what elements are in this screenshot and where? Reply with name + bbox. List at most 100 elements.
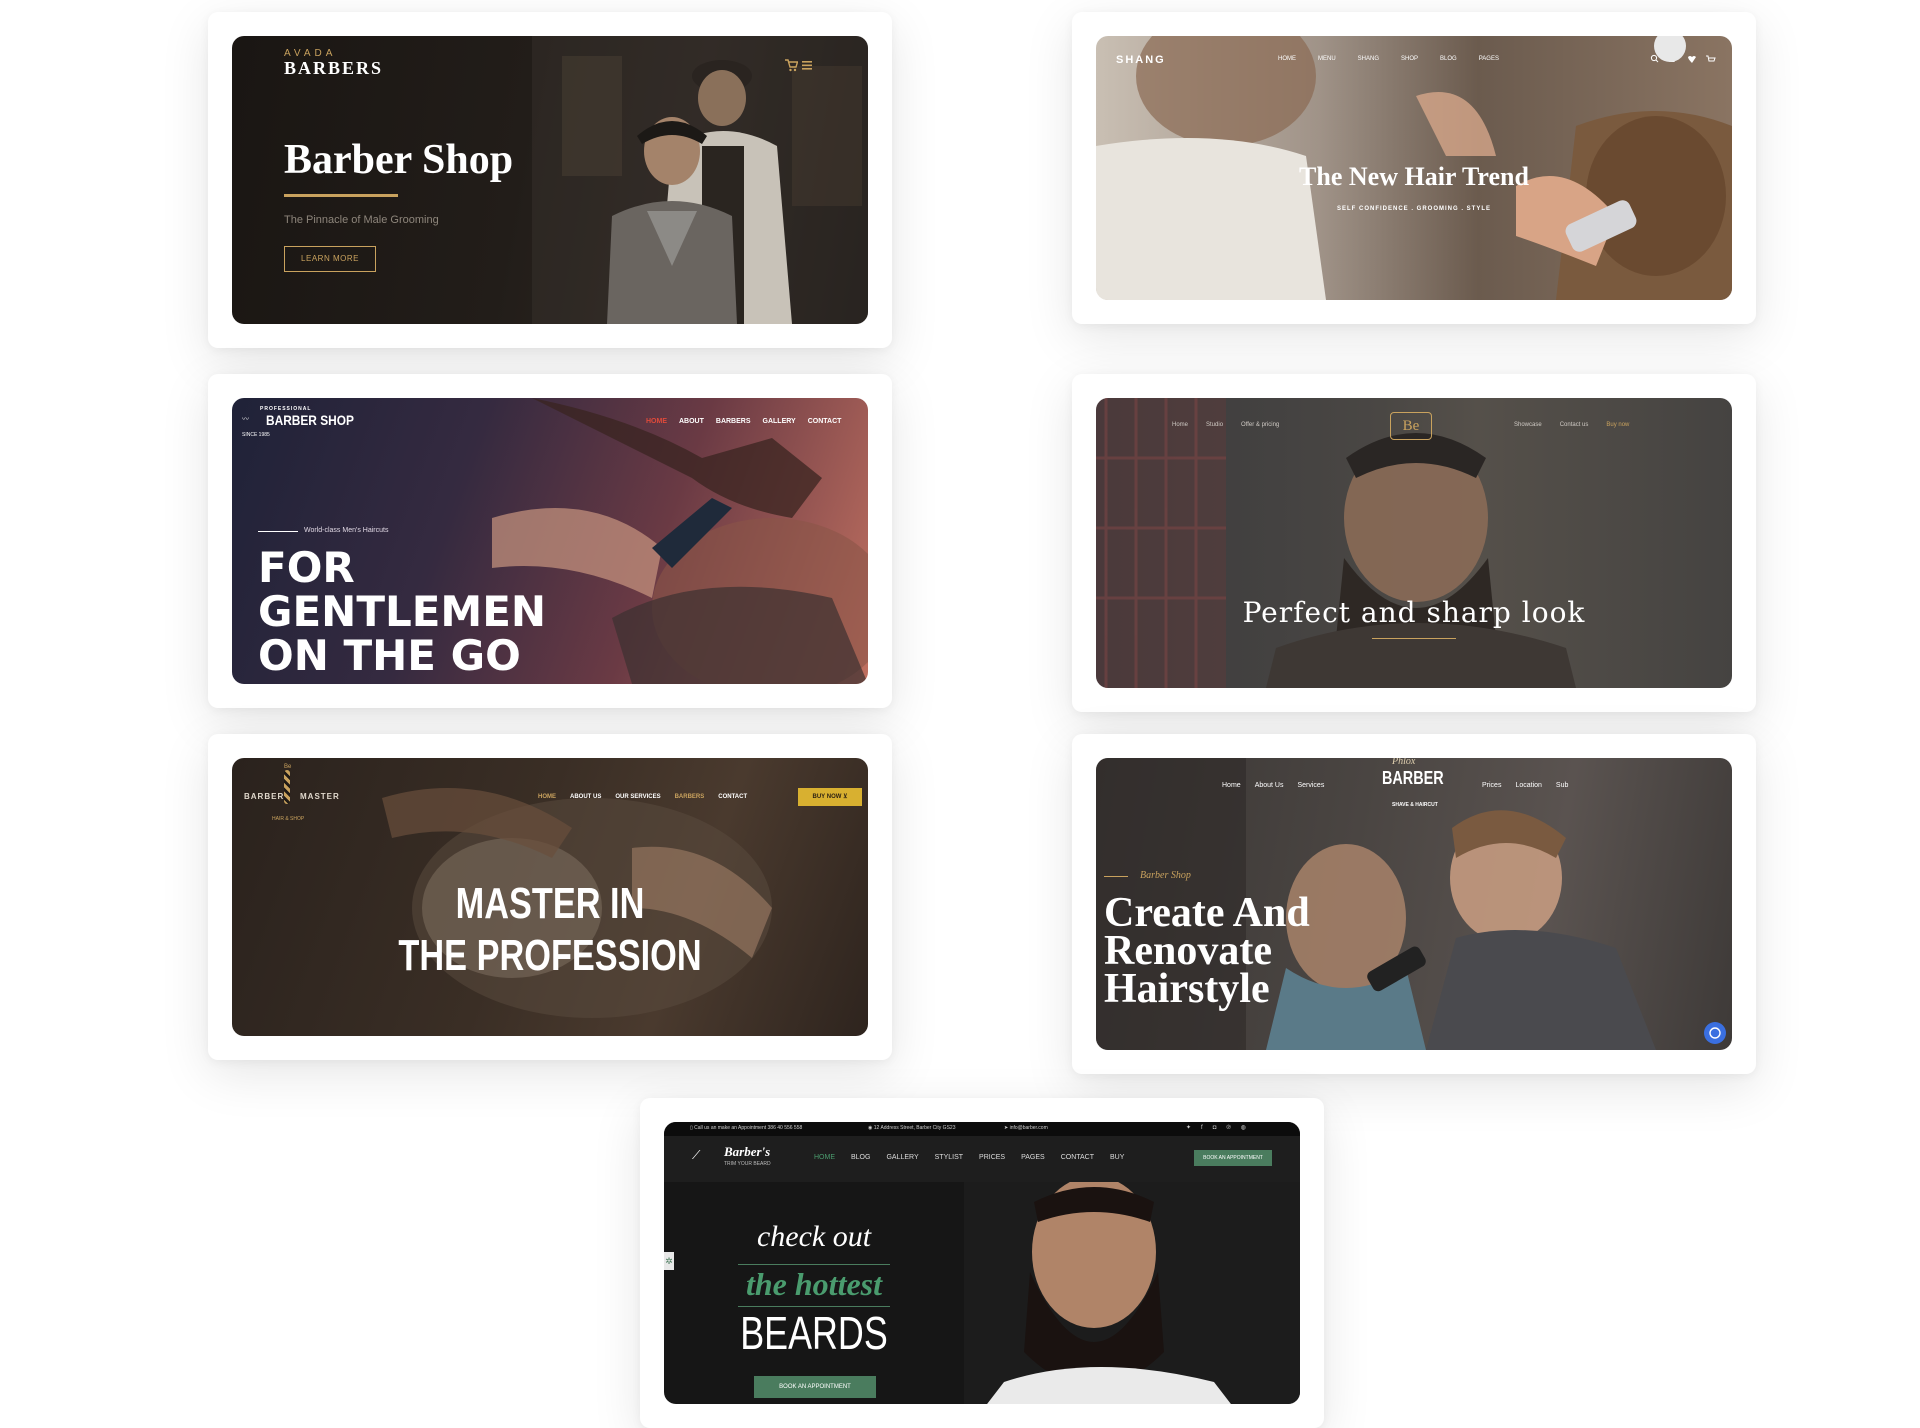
nav-contact[interactable]: CONTACT: [718, 794, 747, 800]
pro-logo[interactable]: BARBER SHOP: [266, 412, 354, 428]
kicker-line: [258, 531, 298, 532]
nav-blog[interactable]: BLOG: [851, 1154, 870, 1161]
headline-line-3: Hairstyle: [1104, 966, 1270, 1012]
nav-pages[interactable]: PAGES: [1479, 56, 1499, 62]
pro-kicker: World-class Men's Haircuts: [304, 527, 389, 534]
be-logo[interactable]: Be: [1390, 412, 1432, 440]
nav-about[interactable]: ABOUT: [679, 418, 704, 425]
phlox-logo-script: Phlox: [1392, 758, 1416, 767]
mustache-icon: 〰: [242, 416, 249, 423]
nav-home[interactable]: Home: [1172, 422, 1188, 428]
learn-more-button[interactable]: LEARN MORE: [284, 246, 376, 272]
nav-home[interactable]: HOME: [538, 794, 556, 800]
book-appointment-button[interactable]: BOOK AN APPOINTMENT: [754, 1376, 876, 1398]
phlox-kicker: Barber Shop: [1140, 870, 1191, 881]
shang-logo[interactable]: SHANG: [1116, 54, 1166, 66]
barber-master-hero: BARBER Be MASTER HAIR & SHOP HOME ABOUT U…: [232, 758, 868, 1036]
barber-pole-icon: [284, 770, 290, 804]
twitter-icon[interactable]: ✦: [1186, 1125, 1201, 1131]
nav-about[interactable]: About Us: [1255, 782, 1284, 789]
nav-blog[interactable]: BLOG: [1440, 56, 1457, 62]
nav-shang[interactable]: SHANG: [1358, 56, 1379, 62]
pro-nav: HOME ABOUT BARBERS GALLERY CONTACT: [646, 418, 841, 425]
nav-buy-now[interactable]: Buy now: [1606, 422, 1629, 428]
master-logo-right[interactable]: MASTER: [300, 792, 340, 801]
template-card-barbershop-pro[interactable]: PROFESSIONAL 〰 BARBER SHOP SINCE 1985 HO…: [208, 374, 892, 708]
template-card-barber-master[interactable]: BARBER Be MASTER HAIR & SHOP HOME ABOUT U…: [208, 734, 892, 1060]
avada-logo[interactable]: BARBERS: [284, 58, 383, 79]
nav-pages[interactable]: PAGES: [1021, 1154, 1045, 1161]
phlox-logo[interactable]: BARBER: [1382, 768, 1444, 789]
nav-services[interactable]: Services: [1297, 782, 1324, 789]
instagram-icon[interactable]: ◘: [1213, 1125, 1227, 1131]
template-card-barbers[interactable]: ▯ Call us an make an Appointment 386 40 …: [640, 1098, 1324, 1428]
be-hero-photo: [1096, 398, 1576, 688]
barbers-line-3: BEARDS: [740, 1307, 888, 1359]
appointment-top-button[interactable]: BOOK AN APPOINTMENT: [1194, 1150, 1272, 1166]
nav-home[interactable]: Home: [1222, 782, 1241, 789]
template-card-avada-barbers[interactable]: AVADA BARBERS Barber Shop The Pinnacle o…: [208, 12, 892, 348]
nav-barbers[interactable]: BARBERS: [675, 794, 705, 800]
nav-barbers[interactable]: BARBERS: [716, 418, 751, 425]
pinterest-icon[interactable]: ℗: [1226, 1125, 1240, 1131]
barbershop-pro-hero: PROFESSIONAL 〰 BARBER SHOP SINCE 1985 HO…: [232, 398, 868, 684]
master-logo-left[interactable]: BARBER: [244, 792, 284, 801]
nav-sub[interactable]: Sub: [1556, 782, 1568, 789]
razor-icon: ⟋: [692, 1148, 701, 1162]
template-card-phlox-barber[interactable]: Home About Us Services Phlox BARBER SHAVE …: [1072, 734, 1756, 1074]
nav-about[interactable]: ABOUT US: [570, 794, 601, 800]
headline-line-1: MASTER IN: [455, 879, 645, 928]
be-hero: Home Studio Offer & pricing Be Showcase Con…: [1096, 398, 1732, 688]
nav-offer[interactable]: Offer & pricing: [1241, 422, 1279, 428]
be-nav-right: Showcase Contact us Buy now: [1514, 422, 1629, 428]
phlox-hero: Home About Us Services Phlox BARBER SHAVE …: [1096, 758, 1732, 1050]
avada-divider: [284, 194, 398, 197]
headline-line-3: ON THE GO: [258, 631, 521, 680]
nav-showcase[interactable]: Showcase: [1514, 422, 1542, 428]
gear-icon[interactable]: ✲: [664, 1252, 674, 1270]
shang-hero: SHANG HOME MENU SHANG SHOP BLOG PAGES The New…: [1096, 36, 1732, 300]
nav-shop[interactable]: SHOP: [1401, 56, 1418, 62]
template-card-shang[interactable]: SHANG HOME MENU SHANG SHOP BLOG PAGES The New…: [1072, 12, 1756, 324]
avada-headline: Barber Shop: [284, 137, 514, 183]
hamburger-icon[interactable]: [802, 59, 814, 71]
nav-location[interactable]: Location: [1515, 782, 1541, 789]
chat-bubble-icon[interactable]: [1704, 1022, 1726, 1044]
phlox-nav-left: Home About Us Services: [1222, 782, 1324, 789]
master-nav: HOME ABOUT US OUR SERVICES BARBERS CONTACT: [538, 794, 747, 800]
topbar-email[interactable]: ➤ info@barber.com: [1004, 1125, 1048, 1131]
topbar-phone-text: Call us an make an Appointment 386 40 55…: [694, 1125, 803, 1131]
nav-prices[interactable]: Prices: [1482, 782, 1501, 789]
nav-stylist[interactable]: STYLIST: [935, 1154, 963, 1161]
phlox-nav-right: Prices Location Sub: [1482, 782, 1568, 789]
barbers-hero-photo: [964, 1182, 1300, 1404]
nav-contact[interactable]: CONTACT: [808, 418, 842, 425]
headline-line-1: Create And: [1104, 890, 1310, 936]
barbers-topbar: ▯ Call us an make an Appointment 386 40 …: [664, 1122, 1300, 1136]
nav-home[interactable]: HOME: [814, 1154, 835, 1161]
nav-buy[interactable]: BUY: [1110, 1154, 1124, 1161]
headline-line-1: FOR: [258, 543, 355, 592]
nav-contact[interactable]: Contact us: [1560, 422, 1589, 428]
barbers-divider-top: [738, 1264, 890, 1265]
nav-services[interactable]: OUR SERVICES: [615, 794, 660, 800]
topbar-address: ◉ 12 Address Street, Barber City GS23: [868, 1125, 956, 1131]
pro-headline: FOR GENTLEMEN ON THE GO: [258, 546, 546, 678]
dribbble-icon[interactable]: ◍: [1241, 1125, 1256, 1131]
nav-contact[interactable]: CONTACT: [1061, 1154, 1094, 1161]
nav-gallery[interactable]: GALLERY: [763, 418, 796, 425]
facebook-icon[interactable]: f: [1201, 1125, 1213, 1131]
template-card-be[interactable]: Home Studio Offer & pricing Be Showcase Con…: [1072, 374, 1756, 712]
nav-gallery[interactable]: GALLERY: [886, 1154, 918, 1161]
headline-line-2: Renovate: [1104, 928, 1272, 974]
nav-prices[interactable]: PRICES: [979, 1154, 1005, 1161]
nav-menu[interactable]: MENU: [1318, 56, 1336, 62]
avada-hero: AVADA BARBERS Barber Shop The Pinnacle o…: [232, 36, 868, 324]
nav-studio[interactable]: Studio: [1206, 422, 1223, 428]
barbers-logo[interactable]: Barber's: [724, 1144, 770, 1160]
buy-now-button[interactable]: BUY NOW ⊻: [798, 788, 862, 806]
nav-home[interactable]: HOME: [1278, 56, 1296, 62]
nav-home[interactable]: HOME: [646, 418, 667, 425]
cart-icon[interactable]: [784, 58, 798, 72]
shang-headline: The New Hair Trend: [1299, 162, 1529, 191]
